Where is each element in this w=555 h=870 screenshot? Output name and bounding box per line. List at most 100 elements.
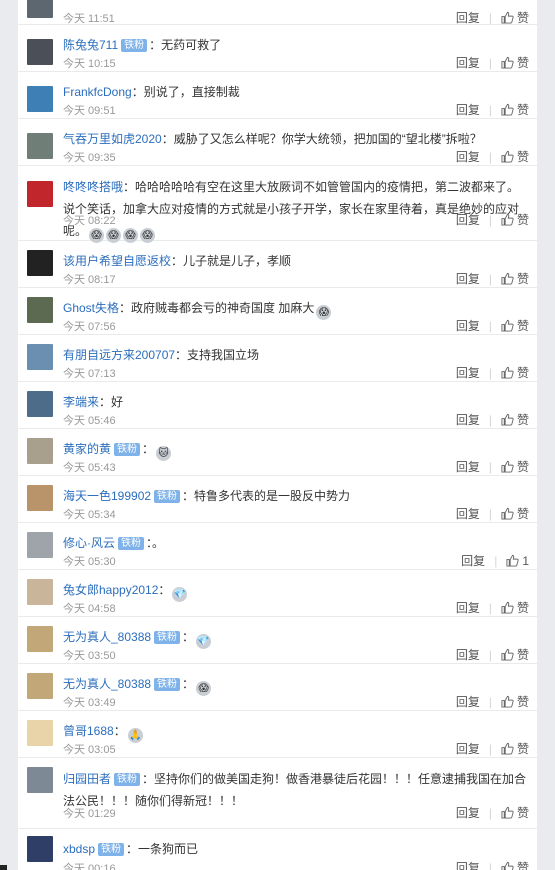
avatar[interactable] (27, 86, 53, 112)
like-button[interactable]: 赞 (501, 413, 529, 427)
comment-panel: 今天 11:51 回复 | 赞陈兔兔711 铁粉 ：无药可救了 今天 10:15 回复 | 赞 Fr… (18, 0, 537, 870)
username-link[interactable]: 归园田者 (63, 772, 111, 786)
thumb-up-icon (501, 806, 514, 819)
comment-time: 今天 09:51 (63, 105, 116, 117)
username-link[interactable]: FrankfcDong (63, 85, 132, 99)
comment-meta: 今天 10:15 回复 | 赞 (63, 53, 529, 73)
avatar[interactable] (27, 720, 53, 746)
action-separator: | (488, 742, 492, 756)
action-separator: | (494, 554, 498, 568)
reply-button[interactable]: 回复 (456, 648, 480, 662)
username-link[interactable]: 黄家的黄 (63, 442, 111, 456)
avatar[interactable] (27, 836, 53, 862)
reply-button[interactable]: 回复 (461, 554, 485, 568)
thumb-up-icon (501, 150, 514, 163)
username-link[interactable]: 曾哥1688 (63, 724, 114, 738)
comment-text: ：特鲁多代表的是一股反中势力 (182, 489, 351, 503)
avatar[interactable] (27, 438, 53, 464)
avatar[interactable] (27, 767, 53, 793)
reply-button[interactable]: 回复 (456, 861, 480, 870)
avatar[interactable] (27, 673, 53, 699)
comment-time: 今天 08:22 (63, 215, 116, 227)
like-button[interactable]: 赞 (501, 366, 529, 380)
like-button[interactable]: 赞 (501, 742, 529, 756)
like-button[interactable]: 赞 (501, 695, 529, 709)
avatar[interactable] (27, 181, 53, 207)
like-button[interactable]: 赞 (501, 861, 529, 870)
comment-actions: 回复 | 赞 (456, 53, 529, 73)
like-button[interactable]: 赞 (501, 648, 529, 662)
action-separator: | (488, 695, 492, 709)
reply-button[interactable]: 回复 (456, 11, 480, 25)
thumb-up-icon (501, 103, 514, 116)
username-link[interactable]: 无为真人_80388 (63, 630, 151, 644)
like-button[interactable]: 赞 (501, 460, 529, 474)
comment-actions: 回复 | 赞 (456, 645, 529, 665)
comment-actions: 回复 | 赞 (456, 457, 529, 477)
username-link[interactable]: 有朋自远方来200707 (63, 348, 175, 362)
username-link[interactable]: 海天一色199902 (63, 489, 151, 503)
action-separator: | (488, 150, 492, 164)
reply-button[interactable]: 回复 (456, 56, 480, 70)
reply-button[interactable]: 回复 (456, 507, 480, 521)
username-link[interactable]: Ghost失格 (63, 301, 119, 315)
like-button[interactable]: 赞 (501, 319, 529, 333)
reply-button[interactable]: 回复 (456, 695, 480, 709)
comment-meta: 今天 05:43 回复 | 赞 (63, 457, 529, 477)
reply-button[interactable]: 回复 (456, 806, 480, 820)
comment-item: 无为真人_80388 铁粉： 😱 今天 03:49 回复 | 赞 (18, 663, 537, 711)
username-link[interactable]: 兔女郎happy2012 (63, 583, 158, 597)
username-link[interactable]: 修心·风云 (63, 536, 115, 550)
reply-button[interactable]: 回复 (456, 413, 480, 427)
avatar[interactable] (27, 391, 53, 417)
thumb-up-icon (501, 319, 514, 332)
username-link[interactable]: 无为真人_80388 (63, 677, 151, 691)
like-button[interactable]: 赞 (501, 11, 529, 25)
comment-meta: 今天 04:58 回复 | 赞 (63, 598, 529, 618)
like-button[interactable]: 赞 (501, 507, 529, 521)
like-button[interactable]: 赞 (501, 150, 529, 164)
like-button[interactable]: 赞 (501, 213, 529, 227)
like-button[interactable]: 赞 (501, 272, 529, 286)
avatar[interactable] (27, 485, 53, 511)
avatar[interactable] (27, 133, 53, 159)
comment-item: 无为真人_80388 铁粉： 💎 今天 03:50 回复 | 赞 (18, 616, 537, 664)
thumb-up-icon (501, 861, 514, 870)
avatar[interactable] (27, 297, 53, 323)
avatar[interactable] (27, 579, 53, 605)
username-link[interactable]: 该用户希望自愿返校 (63, 254, 171, 268)
thumb-up-icon (506, 554, 519, 567)
reply-button[interactable]: 回复 (456, 319, 480, 333)
fan-badge: 铁粉 (98, 843, 125, 856)
reply-button[interactable]: 回复 (456, 150, 480, 164)
reply-button[interactable]: 回复 (456, 272, 480, 286)
action-separator: | (488, 319, 492, 333)
comment-text: ：儿子就是儿子，孝顺 (171, 254, 292, 268)
avatar[interactable] (27, 0, 53, 18)
comment-text: ：别说了，直接制裁 (131, 85, 240, 99)
reply-button[interactable]: 回复 (456, 103, 480, 117)
avatar[interactable] (27, 39, 53, 65)
like-button[interactable]: 赞 (501, 56, 529, 70)
reply-button[interactable]: 回复 (456, 366, 480, 380)
comment-item: 兔女郎happy2012： 💎 今天 04:58 回复 | 赞 (18, 569, 537, 617)
like-button[interactable]: 1 (506, 554, 529, 568)
comment-meta: 今天 05:34 回复 | 赞 (63, 504, 529, 524)
avatar[interactable] (27, 344, 53, 370)
reply-button[interactable]: 回复 (456, 460, 480, 474)
username-link[interactable]: 气吞万里如虎2020 (63, 132, 162, 146)
avatar[interactable] (27, 532, 53, 558)
like-button[interactable]: 赞 (501, 806, 529, 820)
avatar[interactable] (27, 626, 53, 652)
username-link[interactable]: 李端来 (63, 395, 99, 409)
username-link[interactable]: 咚咚咚搭哦 (63, 180, 123, 194)
like-button[interactable]: 赞 (501, 601, 529, 615)
reply-button[interactable]: 回复 (456, 213, 480, 227)
username-link[interactable]: xbdsp (63, 842, 95, 856)
avatar[interactable] (27, 250, 53, 276)
like-button[interactable]: 赞 (501, 103, 529, 117)
username-link[interactable]: 陈兔兔711 (63, 38, 118, 52)
reply-button[interactable]: 回复 (456, 742, 480, 756)
reply-button[interactable]: 回复 (456, 601, 480, 615)
comment-item: 曾哥1688： 🙏 今天 03:05 回复 | 赞 (18, 710, 537, 758)
